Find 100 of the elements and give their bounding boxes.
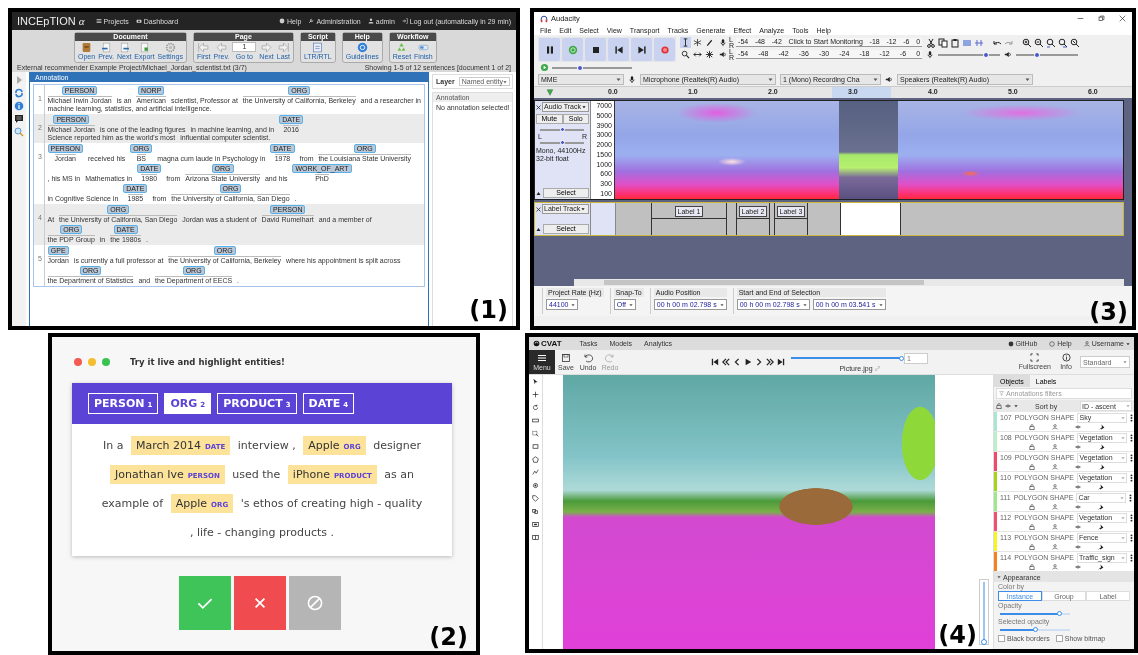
pin-icon[interactable] [1098,444,1105,450]
group-icon[interactable] [532,521,539,528]
slider-track[interactable] [540,141,584,144]
user-icon[interactable] [1051,484,1058,490]
cursor-icon[interactable] [532,378,539,385]
minimize-icon[interactable] [1077,15,1084,22]
more-icon[interactable] [1129,554,1133,562]
last-frame-icon[interactable] [777,358,785,366]
lock-icon[interactable] [1028,564,1035,570]
previous-icon[interactable] [733,358,741,366]
lock-icon[interactable] [1028,484,1035,490]
eye-icon[interactable] [1075,564,1082,570]
user-icon[interactable] [1052,464,1059,470]
user-icon[interactable] [1051,564,1058,570]
lock-icon[interactable] [1028,424,1035,430]
pin-icon[interactable] [1098,484,1105,490]
more-icon[interactable] [1130,434,1134,442]
close-icon[interactable] [536,104,541,110]
checkbox-box[interactable] [1055,635,1063,642]
play-head-icon[interactable] [546,89,554,96]
tool-button[interactable] [692,37,703,48]
eye-icon[interactable] [1075,524,1082,530]
slider-track[interactable] [1016,53,1079,56]
user-icon[interactable] [1051,544,1058,550]
silence-icon[interactable] [974,37,985,48]
rectangle-icon[interactable] [532,417,539,424]
scroll-thumb[interactable] [604,280,924,285]
lock-icon[interactable] [996,403,1002,409]
skip-to-start-button[interactable] [608,38,629,61]
more-icon[interactable] [1129,514,1133,522]
comment-icon[interactable] [14,114,24,124]
pin-icon[interactable] [1097,504,1104,510]
tool-button[interactable] [704,37,715,48]
play-icon[interactable] [744,358,752,366]
zoom-in-icon[interactable] [1022,37,1033,48]
more-icon[interactable] [1129,534,1133,542]
merge-icon[interactable] [532,508,539,515]
point-icon[interactable] [532,482,539,489]
slider-track[interactable] [540,128,584,131]
eye-icon[interactable] [1075,424,1082,430]
lock-icon[interactable] [1028,464,1035,470]
zoom-fit-icon[interactable] [1058,37,1069,48]
info-icon[interactable] [14,101,24,111]
zoom-slider[interactable] [979,579,989,645]
copy-icon[interactable] [938,37,949,48]
pin-icon[interactable] [1098,564,1105,570]
crop-icon[interactable] [532,430,539,437]
tag-icon[interactable] [532,495,539,502]
slider-track[interactable] [552,66,632,69]
pin-icon[interactable] [1098,524,1105,530]
slider-handle[interactable] [898,355,904,361]
first-frame-icon[interactable] [711,358,719,366]
pin-icon[interactable] [1098,544,1105,550]
lock-icon[interactable] [1028,544,1035,550]
collapse-icon[interactable] [536,190,541,196]
user-icon[interactable] [1052,424,1059,430]
pause-button[interactable] [539,38,560,61]
eye-icon[interactable] [1075,464,1082,470]
more-icon[interactable] [1129,494,1133,502]
eye-icon[interactable] [1075,444,1082,450]
slider-track[interactable] [938,53,1001,56]
user-icon[interactable] [1052,444,1059,450]
close-icon[interactable] [536,206,541,212]
more-icon[interactable] [1130,454,1134,462]
zoom-out-icon[interactable] [1034,37,1045,48]
collapse-icon[interactable] [536,226,541,232]
user-icon[interactable] [1051,524,1058,530]
slider-handle[interactable] [1057,611,1062,616]
lock-icon[interactable] [1028,504,1035,510]
polyline-icon[interactable] [532,469,539,476]
refresh-icon[interactable] [14,88,24,98]
stop-button[interactable] [585,38,606,61]
eye-icon[interactable] [1075,544,1082,550]
zoom-selection-icon[interactable] [1046,37,1057,48]
next-icon[interactable] [755,358,763,366]
close-icon[interactable] [1119,15,1126,22]
window-control-dot[interactable] [88,358,96,366]
scissors-icon[interactable] [926,37,937,48]
slider-track[interactable] [1000,628,1070,631]
horizontal-scrollbar[interactable] [574,279,1124,286]
play-at-speed-icon[interactable] [540,63,549,72]
lock-icon[interactable] [1028,444,1035,450]
more-icon[interactable] [1130,414,1134,422]
lock-icon[interactable] [1028,524,1035,530]
eye-icon[interactable] [1074,504,1081,510]
more-icon[interactable] [1129,474,1133,482]
slider-handle[interactable] [981,639,987,645]
user-icon[interactable] [1051,504,1058,510]
restore-icon[interactable] [1098,15,1105,22]
tool-button[interactable] [704,49,715,60]
fast-forward-icon[interactable] [766,358,774,366]
rotate-icon[interactable] [532,404,539,411]
zoom-toggle-icon[interactable] [1070,37,1081,48]
window-control-dot[interactable] [74,358,82,366]
pin-icon[interactable] [1098,464,1105,470]
tool-button[interactable] [680,49,691,60]
window-control-dot[interactable] [102,358,110,366]
checkbox-box[interactable] [998,635,1005,642]
clipboard-icon[interactable] [950,37,961,48]
pin-icon[interactable] [1098,424,1105,430]
